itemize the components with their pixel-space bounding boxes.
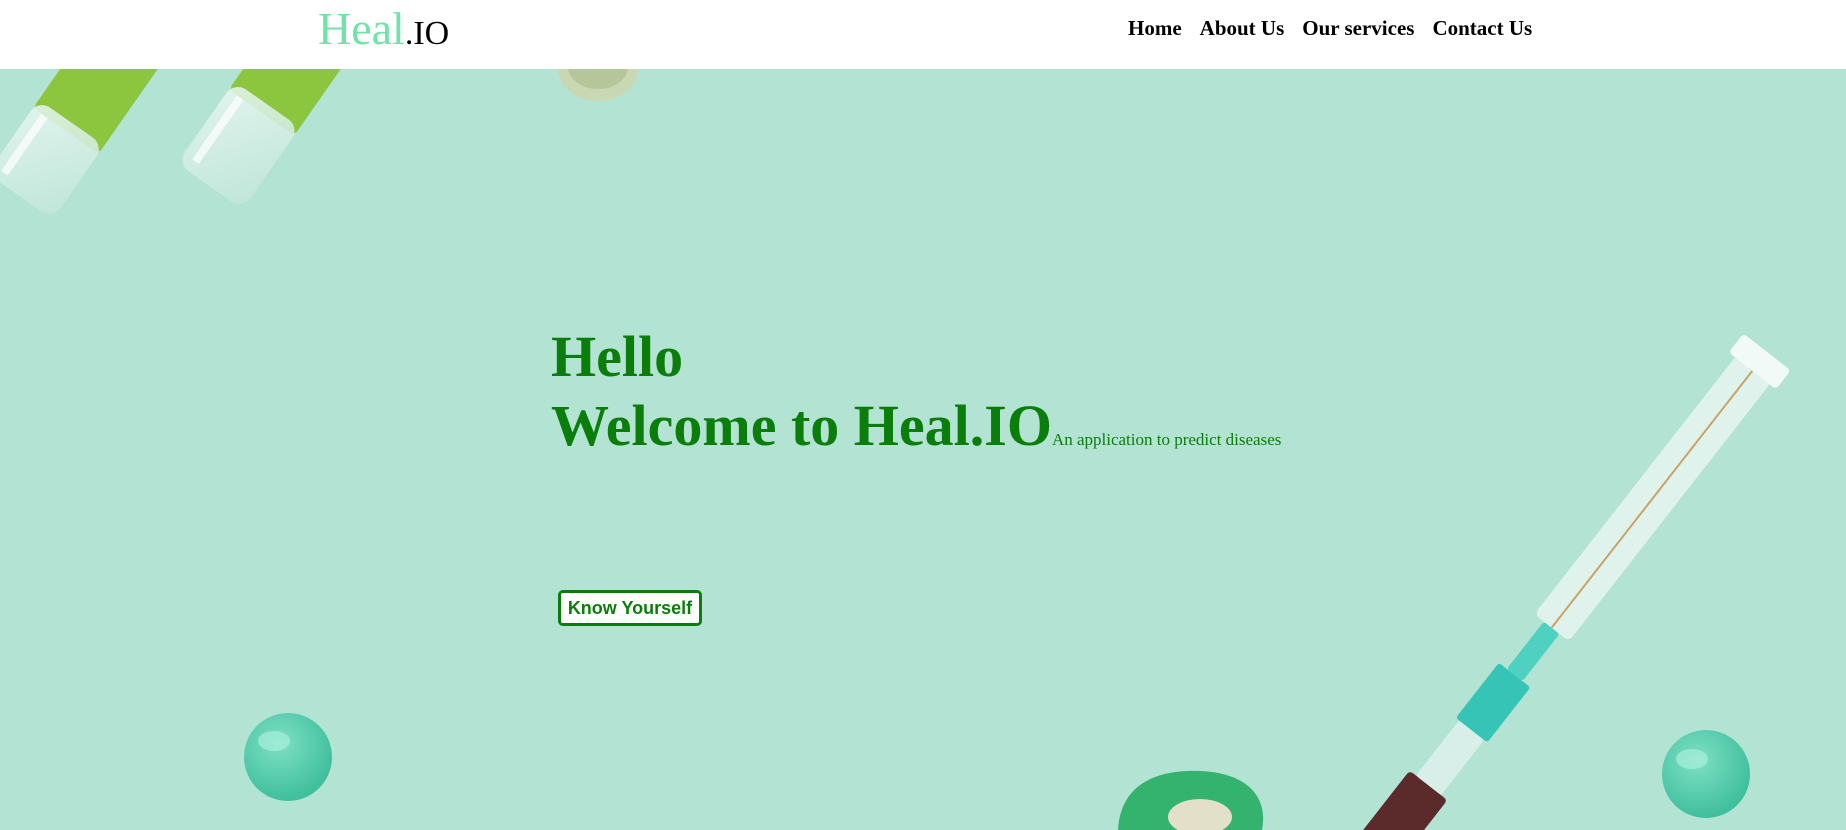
vial-icon [0, 69, 183, 214]
pill-icon [1118, 770, 1264, 830]
logo-text-heal: Heal [318, 3, 405, 54]
pill-icon [244, 713, 332, 801]
hero-section: Hello Welcome to Heal.IO An application … [0, 69, 1846, 830]
vial-icon [182, 69, 390, 204]
pill-icon [1662, 730, 1750, 818]
top-navbar: Heal.IO Home About Us Our services Conta… [0, 0, 1846, 69]
hero-welcome-title: Welcome to Heal.IO [551, 393, 1052, 458]
nav-link-home[interactable]: Home [1128, 14, 1182, 42]
nav-link-about-us[interactable]: About Us [1200, 14, 1285, 42]
nav-link-contact-us[interactable]: Contact Us [1432, 14, 1532, 42]
nav-link-our-services[interactable]: Our services [1302, 14, 1414, 42]
main-nav: Home About Us Our services Contact Us [1128, 14, 1532, 42]
site-logo[interactable]: Heal.IO [318, 2, 449, 61]
hero-heading-block: Hello Welcome to Heal.IO An application … [551, 323, 1281, 461]
know-yourself-button[interactable]: Know Yourself [558, 590, 702, 626]
logo-text-io: .IO [404, 15, 450, 52]
pill-icon [558, 69, 638, 101]
hero-greeting: Hello [551, 324, 684, 389]
hero-tagline: An application to predict diseases [1051, 430, 1282, 449]
hero-welcome-row: Welcome to Heal.IO An application to pre… [551, 391, 1281, 461]
